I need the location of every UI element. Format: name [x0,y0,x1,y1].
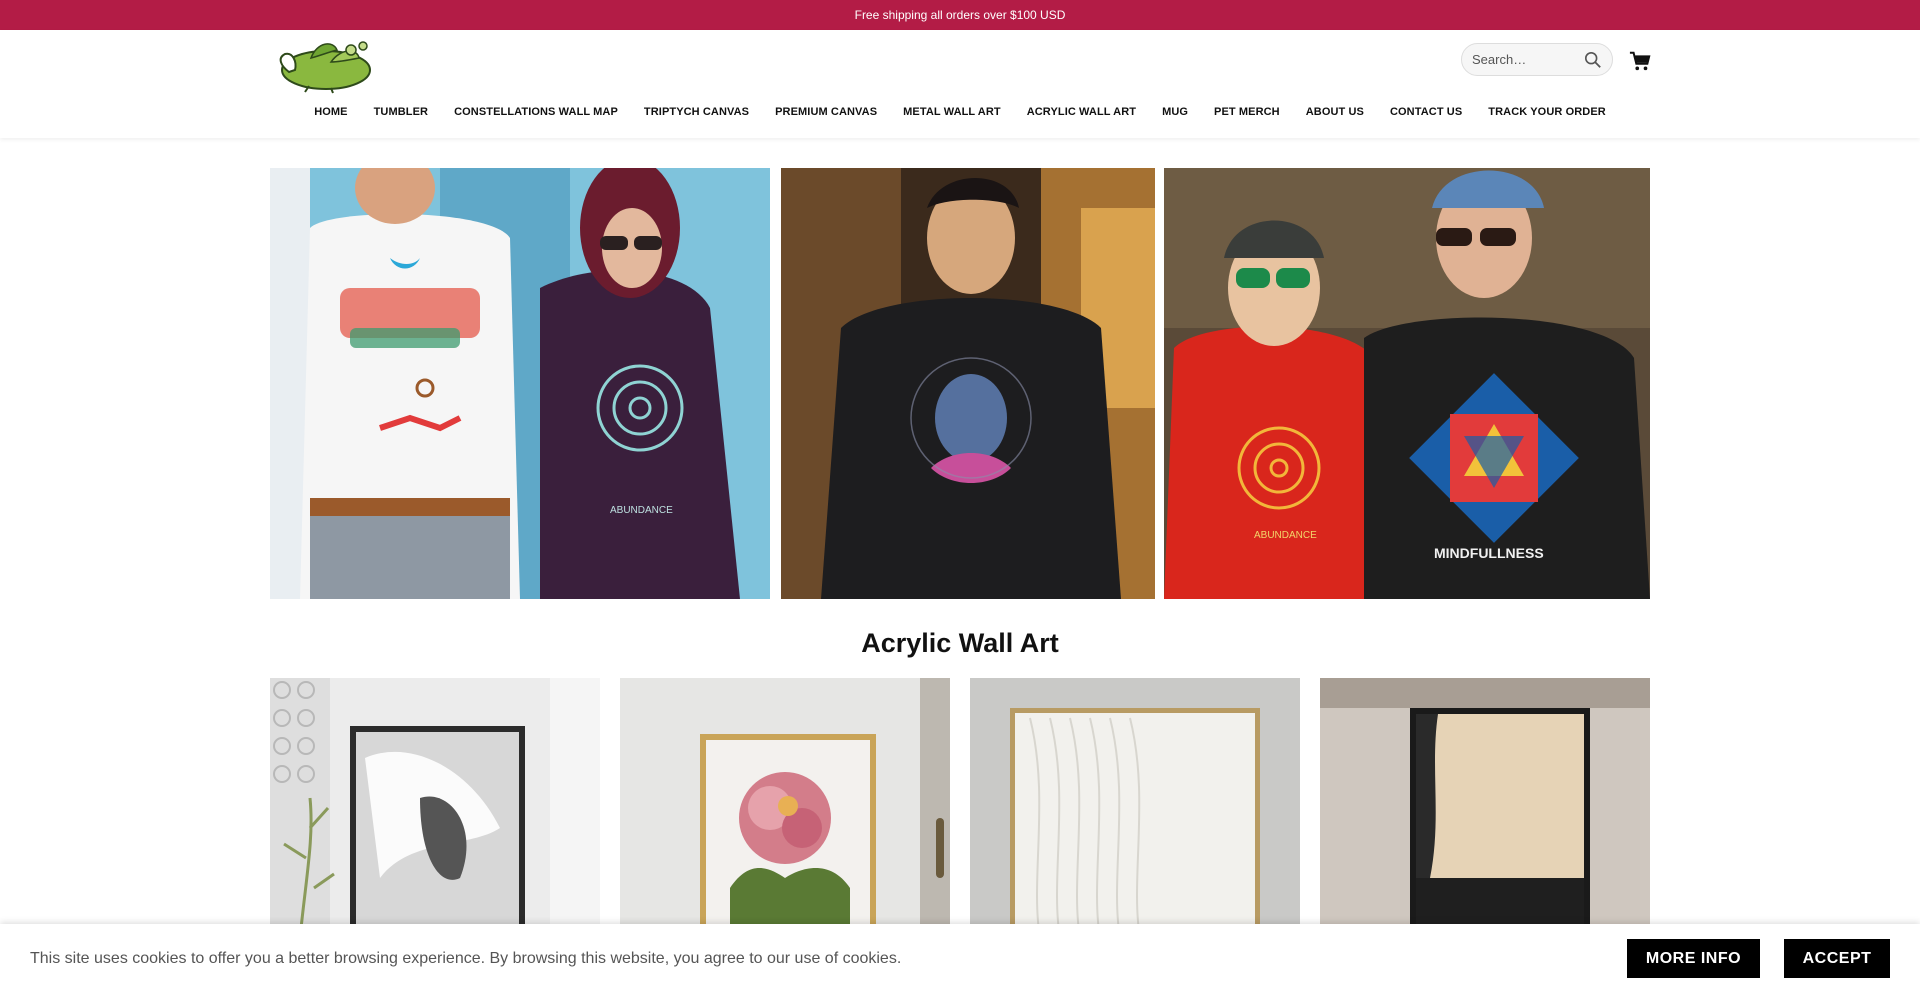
nav-mug[interactable]: MUG [1149,106,1201,118]
hero-print-text-2: MINDFULLNESS [1434,545,1544,561]
announcement-bar: Free shipping all orders over $100 USD [0,0,1920,30]
cookie-banner: This site uses cookies to offer you a be… [0,924,1920,993]
product-peony-flower-image[interactable] [620,678,950,938]
product-abstract-gray-image[interactable] [270,678,600,938]
section-title: Acrylic Wall Art [861,628,1059,658]
nav-track-your-order[interactable]: TRACK YOUR ORDER [1475,106,1619,118]
nav-metal-wall-art[interactable]: METAL WALL ART [890,106,1014,118]
announcement-text: Free shipping all orders over $100 USD [854,8,1066,22]
product-grid [270,678,1650,938]
nav-tumbler[interactable]: TUMBLER [361,106,441,118]
hero-hoodies-image[interactable]: ABUNDANCE MINDFULLNESS [1164,168,1650,599]
search-input[interactable] [1472,52,1582,67]
nav-contact-us[interactable]: CONTACT US [1377,106,1475,118]
search-box[interactable] [1461,43,1613,76]
hero-buddha-sweatshirt-image[interactable] [781,168,1155,599]
nav-triptych-canvas[interactable]: TRIPTYCH CANVAS [631,106,762,118]
main-nav: HOME TUMBLER CONSTELLATIONS WALL MAP TRI… [0,106,1920,118]
product-white-texture-image[interactable] [970,678,1300,938]
hero-print-text-1: ABUNDANCE [1254,530,1317,541]
cookie-message: This site uses cookies to offer you a be… [30,950,902,967]
shopping-cart-icon[interactable] [1629,50,1651,72]
hero-tshirts-image[interactable]: ABUNDANCE [270,168,770,599]
site-header: HOME TUMBLER CONSTELLATIONS WALL MAP TRI… [0,30,1920,138]
product-black-beige-image[interactable] [1320,678,1650,938]
accept-button[interactable]: ACCEPT [1784,939,1890,978]
leaf-logo-icon[interactable] [271,36,381,94]
nav-acrylic-wall-art[interactable]: ACRYLIC WALL ART [1014,106,1149,118]
nav-about-us[interactable]: ABOUT US [1293,106,1377,118]
more-info-button[interactable]: MORE INFO [1627,939,1760,978]
hero-print-text: ABUNDANCE [610,505,673,516]
nav-premium-canvas[interactable]: PREMIUM CANVAS [762,106,890,118]
nav-constellations-wall-map[interactable]: CONSTELLATIONS WALL MAP [441,106,631,118]
nav-pet-merch[interactable]: PET MERCH [1201,106,1293,118]
nav-home[interactable]: HOME [301,106,360,118]
search-icon[interactable] [1584,51,1602,69]
hero-banner: ABUNDANCE ABUNDANCE MINDFULLNESS [270,168,1650,599]
